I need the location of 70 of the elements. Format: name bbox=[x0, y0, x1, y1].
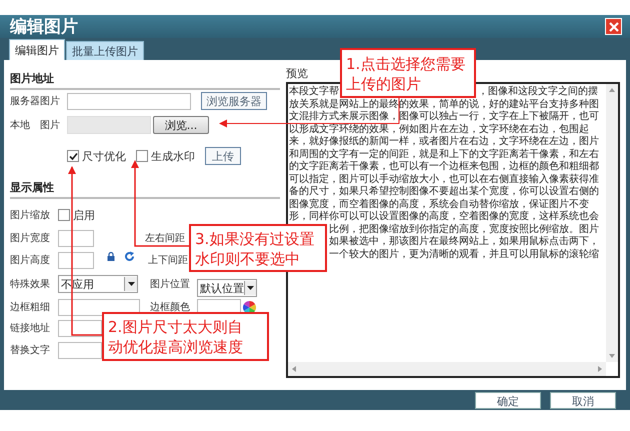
lock-icon[interactable] bbox=[107, 252, 115, 260]
field-label: 边框颜色 bbox=[150, 300, 191, 314]
refresh-icon[interactable] bbox=[124, 250, 135, 262]
scroll-right-icon[interactable] bbox=[598, 366, 602, 372]
preview-text: ，图像和这段文字之间的摆 bbox=[478, 86, 598, 98]
close-button[interactable] bbox=[605, 18, 622, 35]
scroll-up-icon[interactable] bbox=[609, 88, 615, 92]
caret-icon bbox=[247, 286, 254, 290]
checkbox[interactable] bbox=[136, 150, 148, 162]
field-label: 图片高度 bbox=[10, 254, 51, 267]
preview-label: 预览 bbox=[286, 66, 309, 82]
dialog-button[interactable]: 确定 bbox=[475, 392, 541, 408]
upload-button[interactable]: 上传 bbox=[205, 147, 241, 165]
callout: 3.如果没有过设置 水印则不要选中 bbox=[189, 224, 327, 272]
height-field[interactable] bbox=[58, 252, 94, 268]
tab[interactable]: 编辑图片 bbox=[9, 39, 65, 60]
scroll-left-icon[interactable] bbox=[292, 366, 296, 372]
section-heading: 显示属性 bbox=[10, 180, 280, 199]
callout: 1.点击选择您需要 上传的图片 bbox=[340, 48, 476, 98]
field-label: 图片缩放 bbox=[10, 208, 51, 222]
browse-server-button[interactable]: 浏览服务器 bbox=[201, 92, 267, 110]
browse-button[interactable]: 浏览... bbox=[153, 116, 209, 134]
preview-text: 放关系就是网站上的最终的效果，简单的说，好的建站平台支持多种图 bbox=[289, 98, 599, 110]
file-field[interactable] bbox=[67, 116, 151, 134]
tab[interactable]: 批量上传图片 bbox=[66, 41, 144, 60]
preview-text: 本段文字帮 bbox=[289, 86, 339, 98]
alt-text-field[interactable] bbox=[58, 342, 102, 358]
field-label: 上下间距 bbox=[148, 254, 188, 267]
preview-text: 比例，把图像缩放到你指定的高度，宽度按照比例缩放。图片 bbox=[329, 224, 599, 236]
field-label: 服务器图片 bbox=[10, 94, 61, 108]
preview-text: 图像宽度，而空着图像的高度，系统会自动替你缩放，保证图片不变 bbox=[289, 198, 589, 210]
preview-text: 形，同样你可以可以设置图像的高度，空着图像的宽度，这样系统也会 bbox=[289, 211, 599, 224]
link-field[interactable] bbox=[58, 320, 102, 336]
preview-text: 如果被选中，那该图片在最终网站上，如果用鼠标点击两下， bbox=[329, 236, 599, 248]
close-icon bbox=[608, 22, 618, 32]
server-image-field[interactable] bbox=[67, 92, 191, 110]
preview-text: 以形成文字环绕的效果，例如图片在左边，文字环绕在右边，包围起 bbox=[289, 124, 589, 136]
field-label: 图片位置 bbox=[150, 278, 191, 291]
preview-text: 可以指定，图片可以手动缩放大小，也可以在右侧直接输入像素获得准 bbox=[289, 174, 599, 186]
color-wheel-icon[interactable] bbox=[243, 300, 256, 314]
position-select[interactable]: 默认位置 bbox=[197, 279, 257, 297]
preview-text: 的文字距离若干像素，也可以有一个边框来包围，边框的颜色和粗细都 bbox=[289, 161, 599, 174]
field-label: 链接地址 bbox=[10, 322, 51, 335]
dialog-button[interactable]: 取消 bbox=[550, 392, 616, 408]
field-label: 本地 图片 bbox=[10, 118, 61, 132]
field-label: 替换文字 bbox=[10, 344, 51, 357]
callout: 2.图片尺寸太大则自 动优化提高浏览速度 bbox=[102, 312, 269, 361]
border-width-field[interactable] bbox=[58, 298, 140, 316]
preview-text: 备的尺寸，如果只希望控制图像不要超出某个宽度，你可以设置右侧的 bbox=[289, 186, 599, 198]
preview-text: 来，就好像报纸的新闻一样，或者图片在右边，文字环绕在左边，图片 bbox=[289, 136, 599, 148]
scroll-down-icon[interactable] bbox=[609, 354, 615, 358]
width-field[interactable] bbox=[58, 230, 94, 246]
checkbox[interactable] bbox=[67, 150, 79, 162]
effect-select[interactable]: 不应用 bbox=[58, 275, 138, 293]
section-heading: 图片地址 bbox=[10, 71, 280, 90]
checkbox-label: 尺寸优化 bbox=[82, 148, 126, 164]
field-label: 特殊效果 bbox=[10, 278, 51, 291]
caret-icon bbox=[128, 282, 134, 286]
window-title: 编辑图片 bbox=[10, 16, 78, 38]
field-label: 图片宽度 bbox=[10, 232, 51, 245]
preview-text: 和周围的文字有一定的间距，就是和上下的文字距离若干像素，和左右 bbox=[289, 148, 599, 160]
preview-text: 文混排方式来展示图像，图像可以独占一行，文字在上下被隔开，也可 bbox=[289, 111, 599, 124]
field-label: 边框粗细 bbox=[10, 300, 51, 314]
field-label: 左右间距 bbox=[145, 232, 185, 245]
checkbox[interactable] bbox=[58, 209, 70, 221]
preview-text: 一个较大的图片，更为清晰的观看，并且可以用鼠标的滚轮缩 bbox=[329, 248, 599, 261]
horizontal-scrollbar[interactable] bbox=[288, 362, 606, 376]
vertical-scrollbar[interactable] bbox=[606, 84, 618, 362]
checkbox-label: 启用 bbox=[73, 208, 95, 222]
checkbox-label: 生成水印 bbox=[151, 148, 195, 164]
